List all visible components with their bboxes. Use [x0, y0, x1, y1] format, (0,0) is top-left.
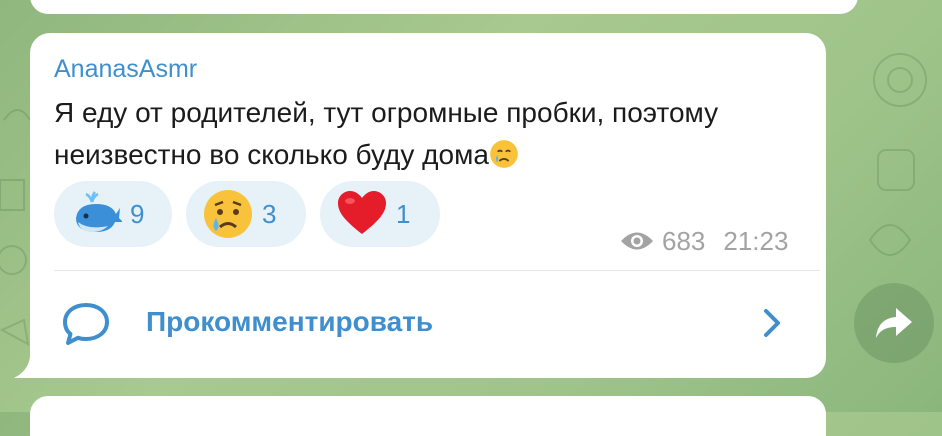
eye-icon [621, 232, 653, 250]
reaction-crying-count: 3 [262, 198, 277, 229]
heart-icon [338, 191, 386, 234]
next-message-bubble [30, 396, 826, 436]
reaction-crying[interactable]: 3 [186, 181, 306, 247]
divider [54, 270, 820, 271]
message-author[interactable]: AnanasAsmr [54, 55, 197, 84]
share-button[interactable] [854, 283, 934, 363]
comment-label: Прокомментировать [146, 306, 434, 337]
message-meta: 683 21:23 [620, 226, 788, 256]
reaction-heart-count: 1 [396, 198, 411, 229]
crying-face-icon [204, 190, 252, 238]
comment-button[interactable]: Прокомментировать [30, 272, 826, 376]
message-time: 21:23 [723, 225, 789, 256]
previous-message-bubble [30, 0, 858, 14]
chat-bubble-icon [63, 303, 109, 345]
forward-arrow-icon [876, 308, 912, 338]
reaction-heart[interactable]: 1 [320, 181, 440, 247]
whale-icon [76, 191, 122, 232]
reaction-whale-count: 9 [130, 198, 145, 229]
reaction-whale[interactable]: 9 [54, 181, 172, 247]
message-text-content: Я еду от родителей, тут огромные пробки,… [54, 97, 719, 170]
view-count: 683 [662, 225, 706, 256]
crying-face-icon [490, 140, 518, 168]
chevron-right-icon [764, 309, 780, 337]
message-text: Я еду от родителей, тут огромные пробки,… [54, 92, 814, 176]
